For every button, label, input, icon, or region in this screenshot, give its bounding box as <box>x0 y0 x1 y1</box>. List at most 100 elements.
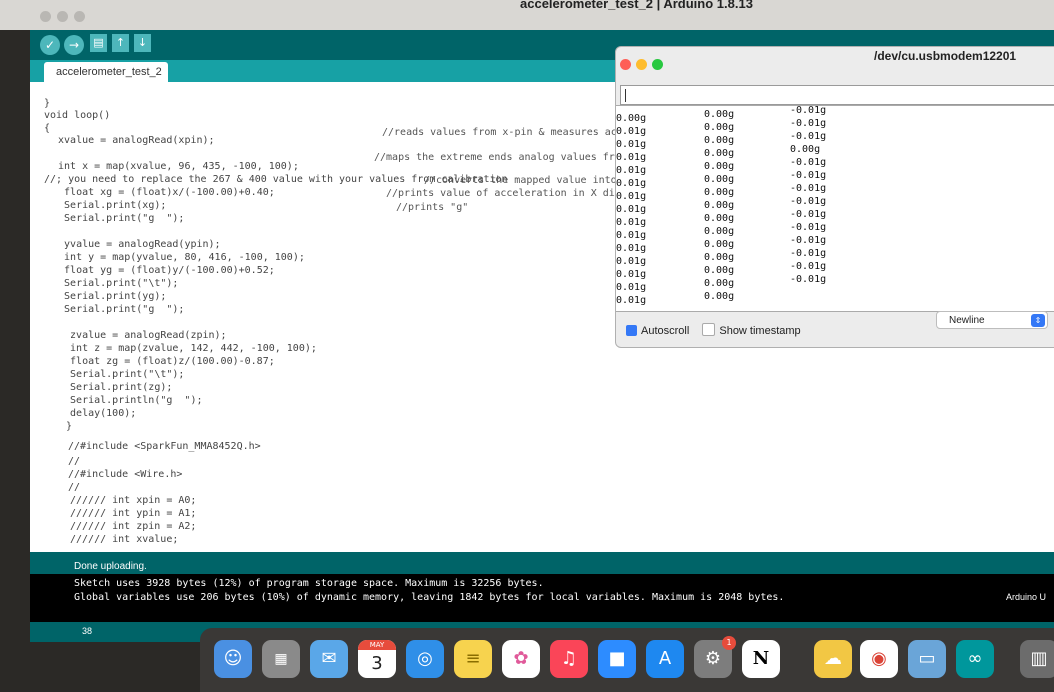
code-line: { <box>44 123 51 134</box>
serial-value: 0.01g <box>616 269 647 280</box>
code-line: int z = map(zvalue, 142, 442, -100, 100)… <box>58 343 317 354</box>
code-line: float yg = (float)y/(-100.00)+0.52; <box>52 265 275 276</box>
code-line: ////// int xpin = A0; <box>70 495 197 506</box>
serial-value: 0.01g <box>616 217 647 228</box>
y-axis-column: 0.00g 0.00g 0.00g 0.00g 0.00g 0.00g 0.00g 0.00g… <box>704 108 734 303</box>
serial-value: 0.01g <box>616 230 647 241</box>
serial-value: -0.01g <box>790 235 827 246</box>
code-line: Serial.print("g "); <box>52 304 185 315</box>
line-ending-select[interactable]: Newline ⇕ <box>936 311 1048 329</box>
code-line: xvalue = analogRead(xpin); <box>52 135 215 146</box>
serial-value: 0.00g <box>704 239 735 250</box>
serial-value: 0.00g <box>704 135 735 146</box>
mail-icon[interactable]: ✉ <box>310 640 348 678</box>
serial-value: 0.00g <box>704 213 735 224</box>
serial-value: 0.00g <box>704 148 735 159</box>
code-line: Serial.println("g "); <box>58 395 203 406</box>
code-line: float xg = (float)x/(-100.00)+0.40; <box>52 187 275 198</box>
code-line: int x = map(xvalue, 96, 435, -100, 100); <box>52 161 299 172</box>
autoscroll-checkbox[interactable] <box>626 325 637 336</box>
serial-value: -0.01g <box>790 105 827 116</box>
upload-button[interactable]: → <box>64 35 84 55</box>
line-number: 38 <box>82 626 93 636</box>
code-comment: //maps the extreme ends analog values fr… <box>374 152 627 163</box>
chevron-updown-icon: ⇕ <box>1031 314 1045 327</box>
output-console: Done uploading. Sketch uses 3928 bytes (… <box>30 552 1054 632</box>
launchpad-icon[interactable]: ▦ <box>262 640 300 678</box>
serial-close-button[interactable] <box>620 59 631 70</box>
serial-value: -0.01g <box>790 248 827 259</box>
code-line: Serial.print("\t"); <box>58 369 185 380</box>
code-line: ////// int zpin = A2; <box>70 521 197 532</box>
code-line: //#include <Wire.h> <box>68 469 183 480</box>
code-comment: //reads values from x-pin & measures acc… <box>382 127 629 138</box>
preview-icon[interactable]: ▭ <box>908 640 946 678</box>
serial-value: 0.00g <box>704 226 735 237</box>
serial-value: 0.01g <box>616 139 647 150</box>
safari-icon[interactable]: ◎ <box>406 640 444 678</box>
serial-send-input[interactable] <box>620 85 1054 105</box>
z-axis-column: -0.01g -0.01g -0.01g 0.00g -0.01g -0.01g -0.01… <box>790 105 827 286</box>
code-line: ////// int ypin = A1; <box>70 508 197 519</box>
serial-zoom-button[interactable] <box>652 59 663 70</box>
photos-icon[interactable]: ✿ <box>502 640 540 678</box>
trash-icon[interactable]: ▥ <box>1020 640 1054 678</box>
code-line: //#include <SparkFun_MMA8452Q.h> <box>68 441 261 452</box>
window-titlebar: accelerometer_test_2 | Arduino 1.8.13 <box>0 0 1054 30</box>
serial-value: 0.00g <box>616 113 647 124</box>
music-icon[interactable]: ♫ <box>550 640 588 678</box>
serial-value: 0.00g <box>704 278 735 289</box>
show-timestamp-checkbox[interactable] <box>702 323 716 336</box>
serial-value: 0.00g <box>704 122 735 133</box>
calendar-icon[interactable]: MAY 3 <box>358 640 396 678</box>
zoom-window-button[interactable] <box>74 11 85 22</box>
console-line-2: Global variables use 206 bytes (10%) of … <box>74 592 785 603</box>
code-comment: //prints value of acceleration in X dire… <box>386 188 633 199</box>
serial-value: 0.00g <box>704 187 735 198</box>
text-caret <box>625 89 626 102</box>
notification-badge: 1 <box>722 636 736 650</box>
new-sketch-button[interactable]: ▤ <box>90 34 107 52</box>
verify-button[interactable]: ✓ <box>40 35 60 55</box>
serial-value: 0.00g <box>704 109 735 120</box>
arduino-icon[interactable]: ∞ <box>956 640 994 678</box>
console-line-1: Sketch uses 3928 bytes (12%) of program … <box>74 578 544 589</box>
serial-output[interactable]: 0.00g 0.01g 0.01g 0.01g 0.01g 0.01g 0.01g 0.01g… <box>616 105 1054 312</box>
code-line: // <box>68 482 81 493</box>
app-store-icon[interactable]: A <box>646 640 684 678</box>
notion-icon[interactable]: N <box>742 640 780 678</box>
serial-value: 0.01g <box>616 165 647 176</box>
x-axis-column: 0.00g 0.01g 0.01g 0.01g 0.01g 0.01g 0.01g 0.01g… <box>616 112 646 307</box>
zoom-icon[interactable]: ■ <box>598 640 636 678</box>
onedrive-icon[interactable]: ☁ <box>814 640 852 678</box>
serial-value: -0.01g <box>790 222 827 233</box>
serial-value: 0.01g <box>616 126 647 137</box>
code-comment: //prints "g" <box>396 202 469 213</box>
code-line: int y = map(yvalue, 80, 416, -100, 100); <box>52 252 305 263</box>
notes-icon[interactable]: ≡ <box>454 640 492 678</box>
code-line: Serial.print("\t"); <box>52 278 179 289</box>
serial-value: 0.00g <box>704 200 735 211</box>
serial-value: 0.00g <box>704 291 735 302</box>
minimize-window-button[interactable] <box>57 11 68 22</box>
serial-minimize-button[interactable] <box>636 59 647 70</box>
save-sketch-button[interactable]: ↓ <box>134 34 151 52</box>
finder-icon[interactable]: ☺ <box>214 640 252 678</box>
serial-value: -0.01g <box>790 118 827 129</box>
code-line: zvalue = analogRead(zpin); <box>58 330 227 341</box>
tab-accelerometer-test-2[interactable]: accelerometer_test_2 <box>44 62 168 82</box>
upload-status-bar: Done uploading. <box>30 552 1054 574</box>
code-line: // <box>68 456 81 467</box>
code-comment: //converts the mapped value into acc <box>424 175 641 186</box>
chrome-icon[interactable]: ◉ <box>860 640 898 678</box>
system-preferences-icon[interactable]: ⚙ 1 <box>694 636 736 678</box>
serial-options: Autoscroll Show timestamp <box>626 323 801 337</box>
window-title: accelerometer_test_2 | Arduino 1.8.13 <box>520 0 753 11</box>
code-line: } <box>66 421 73 432</box>
open-sketch-button[interactable]: ↑ <box>112 34 129 52</box>
close-window-button[interactable] <box>40 11 51 22</box>
code-line: Serial.print("g "); <box>52 213 185 224</box>
serial-value: 0.01g <box>616 204 647 215</box>
code-line: Serial.print(yg); <box>52 291 167 302</box>
calendar-day: 3 <box>371 653 383 674</box>
